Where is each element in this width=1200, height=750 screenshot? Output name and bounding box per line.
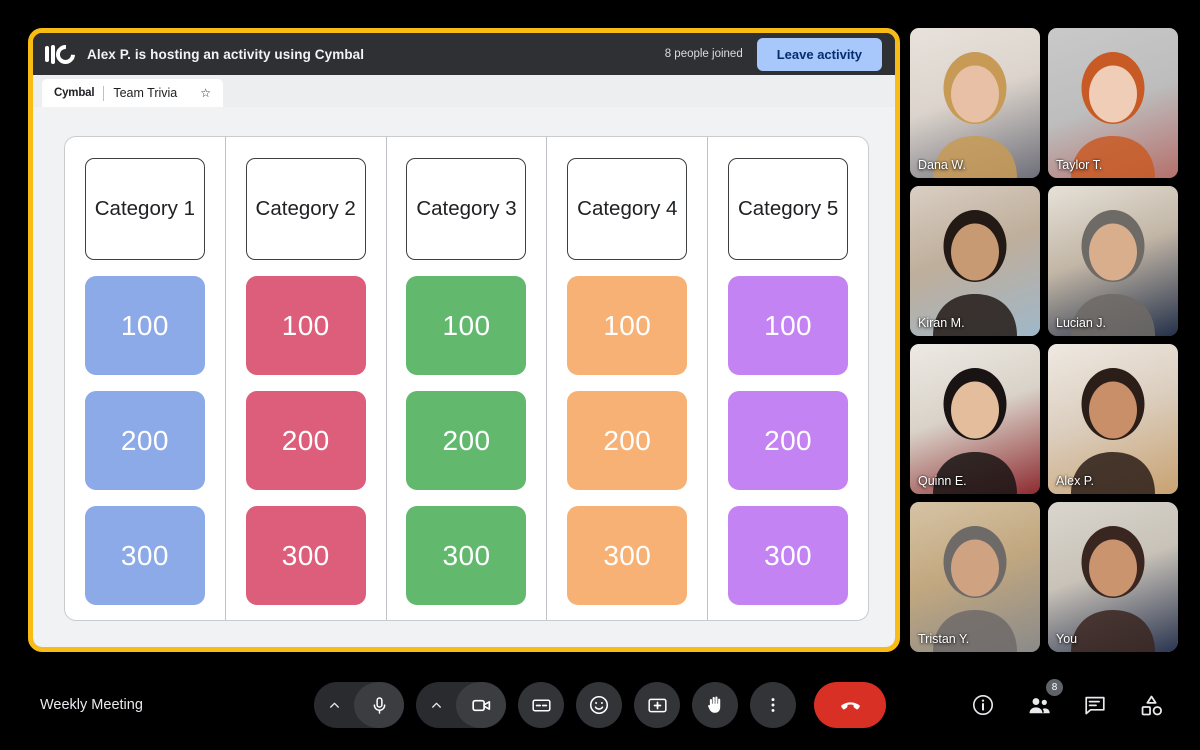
- activities-button[interactable]: [1134, 688, 1168, 722]
- camera-button[interactable]: [456, 682, 506, 728]
- cymbal-brand-label: Cymbal: [54, 87, 95, 99]
- participant-video: [1048, 344, 1178, 494]
- end-call-button[interactable]: [814, 682, 886, 728]
- points-tile[interactable]: 200: [567, 391, 688, 491]
- leave-activity-button[interactable]: Leave activity: [756, 37, 882, 71]
- board-column: Category 2 100 200 300: [226, 137, 387, 620]
- tab-divider: [103, 85, 105, 101]
- trivia-board-background: Category 1 100 200 300 Category 2 100 200 300 Ca…: [33, 107, 895, 647]
- participant-video: [910, 502, 1040, 652]
- raise-hand-button[interactable]: [692, 682, 738, 728]
- captions-button[interactable]: [518, 682, 564, 728]
- activity-header-actions: 8 people joined Leave activity: [664, 37, 882, 71]
- participant-name: You: [1056, 632, 1078, 646]
- participant-name: Alex P.: [1056, 474, 1094, 488]
- joined-count-label: 8 people joined: [664, 48, 743, 60]
- people-count-badge: 8: [1046, 679, 1063, 696]
- category-card[interactable]: Category 4: [567, 158, 688, 261]
- participant-video: [910, 28, 1040, 178]
- activity-tab-title: Team Trivia: [113, 86, 178, 100]
- activity-tab[interactable]: Cymbal Team Trivia ☆: [42, 79, 224, 107]
- participant-tile[interactable]: Alex P.: [1048, 344, 1178, 494]
- points-tile[interactable]: 200: [406, 391, 527, 491]
- participant-name: Quinn E.: [918, 474, 967, 488]
- participant-video: [910, 186, 1040, 336]
- meeting-controls: [314, 682, 886, 728]
- points-tile[interactable]: 200: [728, 391, 849, 491]
- participant-tile[interactable]: Tristan Y.: [910, 502, 1040, 652]
- board-column: Category 5 100 200 300: [708, 137, 868, 620]
- points-tile[interactable]: 200: [84, 391, 205, 491]
- activity-header: Alex P. is hosting an activity using Cym…: [33, 33, 895, 75]
- meet-app-window: Alex P. is hosting an activity using Cym…: [0, 0, 1200, 750]
- meeting-bottom-bar: Weekly Meeting 8: [0, 660, 1200, 750]
- camera-options-chevron-icon[interactable]: [416, 682, 456, 728]
- meeting-name-label: Weekly Meeting: [40, 697, 143, 713]
- points-tile[interactable]: 300: [567, 506, 688, 605]
- points-tile[interactable]: 200: [245, 391, 366, 491]
- points-tile[interactable]: 300: [406, 506, 527, 605]
- microphone-control-group: [314, 682, 404, 728]
- activity-tab-bar: Cymbal Team Trivia ☆: [33, 75, 895, 107]
- camera-control-group: [416, 682, 506, 728]
- meeting-right-controls: 8: [966, 679, 1168, 722]
- cymbal-logo-icon: [45, 40, 79, 68]
- points-tile[interactable]: 300: [245, 506, 366, 605]
- participant-grid: Dana W. Taylor T. Kiran M. Lucian J. Quinn E…: [910, 28, 1178, 652]
- present-button[interactable]: [634, 682, 680, 728]
- points-tile[interactable]: 100: [406, 276, 527, 376]
- participant-video: [1048, 28, 1178, 178]
- microphone-options-chevron-icon[interactable]: [314, 682, 354, 728]
- board-column: Category 3 100 200 300: [387, 137, 548, 620]
- chat-button[interactable]: [1078, 688, 1112, 722]
- points-tile[interactable]: 300: [728, 506, 849, 605]
- participant-name: Kiran M.: [918, 316, 965, 330]
- participant-name: Dana W.: [918, 158, 966, 172]
- participant-video: [1048, 502, 1178, 652]
- board-column: Category 4 100 200 300: [547, 137, 709, 620]
- category-card[interactable]: Category 2: [245, 158, 366, 261]
- points-tile[interactable]: 100: [728, 276, 849, 376]
- participant-tile[interactable]: Lucian J.: [1048, 186, 1178, 336]
- participant-name: Tristan Y.: [918, 632, 970, 646]
- activity-host-text: Alex P. is hosting an activity using Cym…: [87, 46, 365, 62]
- participant-name: Lucian J.: [1056, 316, 1107, 330]
- people-button[interactable]: 8: [1022, 679, 1063, 722]
- participant-tile[interactable]: Kiran M.: [910, 186, 1040, 336]
- participant-tile[interactable]: Taylor T.: [1048, 28, 1178, 178]
- reactions-button[interactable]: [576, 682, 622, 728]
- activity-stage: Alex P. is hosting an activity using Cym…: [28, 28, 900, 652]
- points-tile[interactable]: 100: [567, 276, 688, 376]
- participant-video: [910, 344, 1040, 494]
- microphone-button[interactable]: [354, 682, 404, 728]
- participant-tile[interactable]: Quinn E.: [910, 344, 1040, 494]
- participant-video: [1048, 186, 1178, 336]
- meeting-details-button[interactable]: [966, 688, 1000, 722]
- points-tile[interactable]: 100: [84, 276, 205, 376]
- participant-tile[interactable]: You: [1048, 502, 1178, 652]
- board-column: Category 1 100 200 300: [65, 137, 226, 620]
- category-card[interactable]: Category 3: [406, 158, 527, 261]
- participant-tile[interactable]: Dana W.: [910, 28, 1040, 178]
- points-tile[interactable]: 300: [84, 506, 205, 605]
- star-icon[interactable]: ☆: [200, 86, 211, 100]
- category-card[interactable]: Category 1: [84, 158, 205, 261]
- points-tile[interactable]: 100: [245, 276, 366, 376]
- more-options-button[interactable]: [750, 682, 796, 728]
- category-card[interactable]: Category 5: [728, 158, 849, 261]
- trivia-board-panel: Category 1 100 200 300 Category 2 100 200 300 Ca…: [64, 136, 869, 621]
- participant-name: Taylor T.: [1056, 158, 1103, 172]
